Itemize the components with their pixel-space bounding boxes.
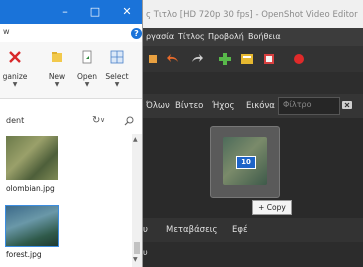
- open-icon: [82, 50, 92, 64]
- scroll-up-icon[interactable]: ▲: [133, 136, 138, 143]
- tab-audio[interactable]: Ήχος: [212, 101, 235, 111]
- maximize-button[interactable]: □: [80, 0, 110, 24]
- undo-icon[interactable]: [166, 52, 180, 66]
- ribbon: ganize ▼ New ▼ Open ▼ Select ▼: [0, 42, 142, 99]
- filter-placeholder: Φίλτρο: [283, 100, 312, 109]
- select-button[interactable]: Select ▼: [104, 50, 130, 88]
- tab-video[interactable]: Βίντεο: [175, 101, 203, 111]
- title-icon[interactable]: [240, 52, 254, 66]
- scroll-thumb[interactable]: [134, 242, 140, 254]
- address-text: dent: [6, 116, 25, 125]
- bottom-text: υ: [143, 248, 148, 257]
- file-name: olombian.jpg: [6, 184, 55, 193]
- scroll-down-icon[interactable]: ▼: [133, 256, 138, 263]
- file-name: forest.jpg: [6, 250, 42, 259]
- ribbon-header-text: w: [3, 27, 10, 36]
- explorer-titlebar: – □ ✕: [0, 0, 142, 24]
- address-dropdown-icon[interactable]: ∨: [100, 116, 105, 124]
- tab-image[interactable]: Εικόνα: [246, 101, 275, 111]
- tab-all[interactable]: Όλων: [146, 101, 170, 111]
- redo-icon[interactable]: [190, 52, 204, 66]
- export-icon[interactable]: [262, 52, 276, 66]
- delete-icon: [9, 51, 21, 63]
- menu-item-title[interactable]: Τίτλος: [178, 32, 205, 41]
- organize-label: ganize: [2, 72, 28, 81]
- record-icon[interactable]: [292, 52, 306, 66]
- new-label: New: [48, 72, 66, 81]
- menu-item-view[interactable]: Προβολή: [208, 32, 244, 41]
- search-icon[interactable]: [124, 116, 134, 126]
- help-icon[interactable]: ?: [131, 28, 142, 39]
- tab-partial[interactable]: υ: [143, 225, 148, 235]
- clear-filter-icon[interactable]: [342, 100, 352, 110]
- new-folder-icon: [52, 52, 62, 62]
- openshot-title: ς Τιτλο [HD 720p 30 fps] - OpenShot Vide…: [146, 10, 358, 20]
- file-list: olombian.jpg forest.jpg: [0, 134, 132, 267]
- filter-input[interactable]: Φίλτρο: [278, 97, 340, 115]
- organize-button[interactable]: ganize ▼: [2, 50, 28, 88]
- tab-effects[interactable]: Εφέ: [232, 225, 248, 235]
- file-explorer-window: – □ ✕ w ? ganize ▼ New ▼ Open ▼ Select ▼…: [0, 0, 143, 267]
- menu-item-edit[interactable]: ργασία: [146, 32, 174, 41]
- file-thumbnail: [6, 136, 58, 180]
- tab-transitions[interactable]: Μεταβάσεις: [166, 225, 218, 235]
- drag-count-badge: 10: [236, 156, 256, 169]
- new-button[interactable]: New ▼: [44, 50, 70, 88]
- select-icon: [110, 50, 124, 64]
- copy-tooltip: + Copy: [252, 200, 292, 215]
- ribbon-header: w: [0, 24, 142, 42]
- close-button[interactable]: ✕: [112, 0, 142, 24]
- add-icon[interactable]: [218, 52, 232, 66]
- file-thumbnail: [5, 205, 59, 247]
- select-label: Select: [105, 72, 129, 81]
- redo-icon[interactable]: [146, 52, 160, 66]
- file-item-forest[interactable]: forest.jpg: [5, 205, 62, 259]
- open-button[interactable]: Open ▼: [74, 50, 100, 88]
- address-bar[interactable]: dent ∨ ↻: [0, 110, 142, 130]
- menu-item-help[interactable]: Βοήθεια: [248, 32, 281, 41]
- open-label: Open: [76, 72, 98, 81]
- minimize-button[interactable]: –: [50, 0, 80, 24]
- vertical-scrollbar[interactable]: ▲ ▼: [132, 134, 142, 267]
- file-item-colombian[interactable]: olombian.jpg: [6, 136, 62, 193]
- refresh-icon[interactable]: ↻: [92, 115, 100, 126]
